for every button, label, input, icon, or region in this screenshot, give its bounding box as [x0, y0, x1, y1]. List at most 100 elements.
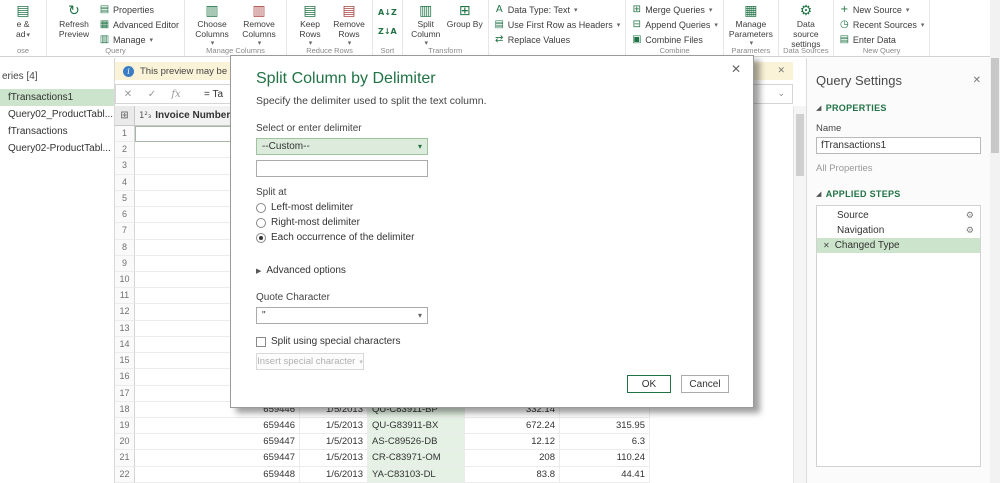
- delete-step-icon[interactable]: ✕: [823, 241, 830, 250]
- dialog-close-icon[interactable]: ✕: [731, 62, 741, 76]
- row-number[interactable]: 12: [115, 304, 135, 321]
- cell-product-code[interactable]: AS-C89526-DB: [368, 434, 465, 451]
- cell-date[interactable]: 1/5/2013: [300, 434, 368, 451]
- gear-icon[interactable]: ⚙: [966, 226, 974, 236]
- cell-value-1[interactable]: 83.8: [465, 466, 560, 483]
- cell-invoice-number[interactable]: 659447: [135, 450, 300, 467]
- cell-invoice-number[interactable]: 659448: [135, 466, 300, 483]
- cell-product-code[interactable]: QU-G83911-BX: [368, 417, 465, 435]
- row-number[interactable]: 16: [115, 369, 135, 386]
- quote-character-select[interactable]: " ▾: [256, 307, 428, 324]
- radio-icon[interactable]: [256, 202, 266, 213]
- row-number[interactable]: 8: [115, 239, 135, 256]
- window-scrollbar-thumb[interactable]: [991, 58, 999, 153]
- cell-product-code[interactable]: YA-C83103-DL: [368, 466, 465, 483]
- cell-date[interactable]: 1/6/2013: [300, 466, 368, 483]
- keep-rows-button[interactable]: ▤ Keep Rows ▾: [292, 3, 328, 48]
- window-vertical-scrollbar[interactable]: [990, 0, 1000, 483]
- radio-icon[interactable]: [256, 232, 266, 243]
- row-number[interactable]: 4: [115, 174, 135, 191]
- recent-sources-button[interactable]: ◷ Recent Sources ▾: [839, 18, 924, 31]
- choose-columns-button[interactable]: ▥ Choose Columns ▾: [190, 3, 234, 48]
- cell-value-2[interactable]: 315.95: [560, 417, 650, 435]
- refresh-preview-button[interactable]: ↻ Refresh Preview: [52, 3, 96, 40]
- grid-scrollbar-thumb[interactable]: [796, 114, 804, 176]
- formula-confirm-icon[interactable]: ✓: [140, 89, 164, 100]
- enter-data-button[interactable]: ▤ Enter Data: [839, 33, 925, 46]
- row-number[interactable]: 11: [115, 288, 135, 305]
- row-number[interactable]: 2: [115, 142, 135, 159]
- row-number[interactable]: 1: [115, 126, 135, 143]
- cell-value-2[interactable]: 110.24: [560, 450, 650, 467]
- replace-values-button[interactable]: ⇄ Replace Values: [494, 33, 621, 46]
- advanced-editor-button[interactable]: ▦ Advanced Editor: [99, 18, 179, 31]
- manage-button[interactable]: ▥ Manage ▾: [99, 33, 179, 46]
- row-number[interactable]: 10: [115, 271, 135, 289]
- manage-parameters-button[interactable]: ▦ Manage Parameters ▾: [729, 3, 773, 48]
- row-number[interactable]: 7: [115, 223, 135, 240]
- new-source-button[interactable]: + New Source ▾: [839, 3, 925, 16]
- applied-steps-section-header[interactable]: ◢ APPLIED STEPS: [816, 189, 981, 199]
- query-name-input[interactable]: [816, 137, 981, 154]
- formula-expand-chevron-icon[interactable]: ⌄: [777, 89, 785, 99]
- append-queries-button[interactable]: ⊟ Append Queries ▾: [631, 18, 718, 31]
- applied-step-source[interactable]: Source ⚙: [817, 208, 980, 223]
- cell-product-code[interactable]: CR-C83971-OM: [368, 450, 465, 467]
- sort-descending-button[interactable]: Z↓A: [378, 25, 397, 38]
- custom-delimiter-input[interactable]: [256, 160, 428, 177]
- all-properties-link[interactable]: All Properties: [816, 163, 981, 174]
- radio-left-most-delimiter[interactable]: Left-most delimiter: [256, 202, 728, 213]
- query-settings-close-icon[interactable]: ✕: [973, 75, 981, 86]
- merge-queries-button[interactable]: ⊞ Merge Queries ▾: [631, 3, 718, 16]
- remove-columns-button[interactable]: ▥ Remove Columns ▾: [237, 3, 281, 48]
- query-list-item-query02-producttable[interactable]: Query02_ProductTabl...: [0, 106, 114, 123]
- use-first-row-as-headers-button[interactable]: ▤ Use First Row as Headers ▾: [494, 18, 621, 31]
- info-bar-close-icon[interactable]: ✕: [777, 66, 785, 76]
- row-number[interactable]: 22: [115, 466, 135, 483]
- row-number[interactable]: 5: [115, 190, 135, 208]
- remove-rows-button[interactable]: ▤ Remove Rows ▾: [331, 3, 367, 48]
- row-number[interactable]: 9: [115, 255, 135, 272]
- grid-vertical-scrollbar[interactable]: [793, 106, 806, 483]
- properties-button[interactable]: ▤ Properties: [99, 3, 179, 16]
- data-type-button[interactable]: A Data Type: Text ▾: [494, 3, 621, 16]
- insert-special-character-button[interactable]: Insert special character ▾: [256, 353, 364, 370]
- radio-icon[interactable]: [256, 217, 266, 228]
- radio-right-most-delimiter[interactable]: Right-most delimiter: [256, 217, 728, 228]
- table-menu-button[interactable]: ⊞: [115, 106, 135, 126]
- cell-value-2[interactable]: 44.41: [560, 466, 650, 483]
- cell-value-1[interactable]: 12.12: [465, 434, 560, 451]
- applied-step-changed-type[interactable]: ✕ Changed Type: [817, 238, 980, 253]
- row-number[interactable]: 3: [115, 158, 135, 175]
- query-list-item-query02-producttable-2[interactable]: Query02-ProductTabl...: [0, 140, 114, 157]
- formula-cancel-icon[interactable]: ✕: [116, 89, 140, 100]
- radio-each-occurrence[interactable]: Each occurrence of the delimiter: [256, 232, 728, 243]
- row-number[interactable]: 15: [115, 353, 135, 370]
- advanced-options-toggle[interactable]: ▶ Advanced options: [256, 265, 728, 276]
- data-source-settings-button[interactable]: ⚙ Data source settings: [784, 3, 828, 49]
- formula-input[interactable]: = Ta: [204, 89, 223, 100]
- row-number[interactable]: 19: [115, 417, 135, 435]
- fx-icon[interactable]: fx: [164, 89, 188, 100]
- row-number[interactable]: 18: [115, 401, 135, 418]
- ok-button[interactable]: OK: [627, 375, 671, 393]
- cell-value-2[interactable]: 6.3: [560, 434, 650, 451]
- row-number[interactable]: 17: [115, 385, 135, 402]
- cell-invoice-number[interactable]: 659446: [135, 417, 300, 435]
- cell-value-1[interactable]: 208: [465, 450, 560, 467]
- query-list-item-ftransactions1[interactable]: fTransactions1: [0, 89, 114, 106]
- cell-value-1[interactable]: 672.24: [465, 417, 560, 435]
- split-special-characters-option[interactable]: Split using special characters: [256, 336, 728, 347]
- checkbox-icon[interactable]: [256, 336, 266, 347]
- cancel-button[interactable]: Cancel: [681, 375, 729, 393]
- sort-ascending-button[interactable]: A↓Z: [378, 6, 397, 19]
- query-list-item-ftransactions[interactable]: fTransactions: [0, 123, 114, 140]
- split-column-button[interactable]: ▥ Split Column ▾: [408, 3, 444, 48]
- row-number[interactable]: 13: [115, 320, 135, 337]
- row-number[interactable]: 20: [115, 434, 135, 451]
- close-and-load-button[interactable]: ▤ e & ad▾: [5, 3, 41, 40]
- row-number[interactable]: 14: [115, 336, 135, 354]
- delimiter-select[interactable]: --Custom-- ▾: [256, 138, 428, 155]
- cell-date[interactable]: 1/5/2013: [300, 450, 368, 467]
- applied-step-navigation[interactable]: Navigation ⚙: [817, 223, 980, 238]
